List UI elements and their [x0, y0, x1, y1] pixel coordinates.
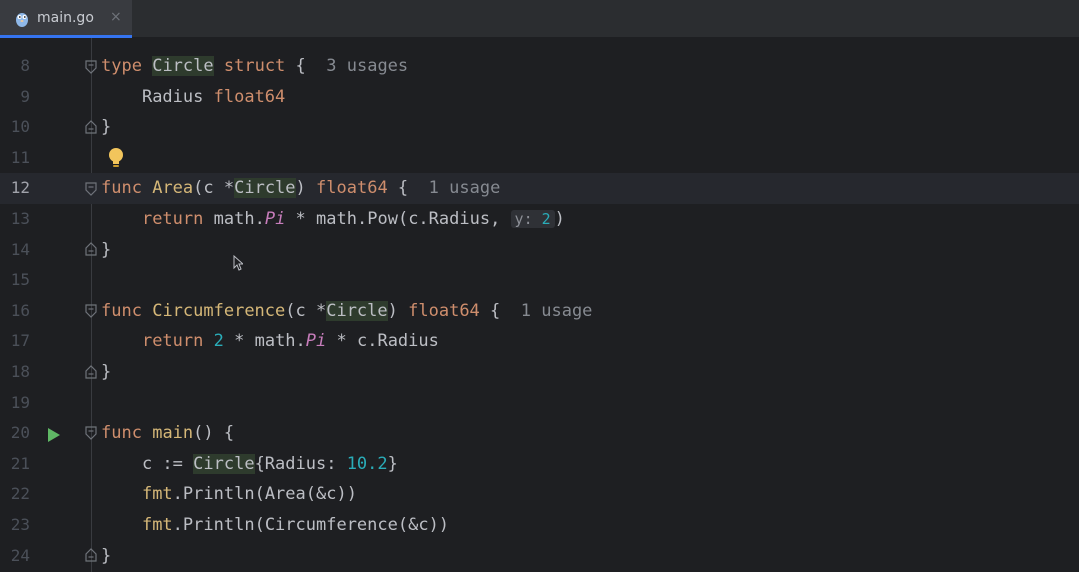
code-line[interactable]: 21 c := Circle{Radius: 10.2} [0, 449, 1079, 480]
line-number: 17 [10, 331, 30, 351]
code-line[interactable]: 13 return math.Pi * math.Pow(c.Radius, y… [0, 204, 1079, 235]
fold-icon[interactable] [85, 304, 97, 318]
line-number: 14 [10, 239, 30, 259]
line-number: 15 [10, 270, 30, 290]
code-line[interactable]: 22 fmt.Println(Area(&c)) [0, 479, 1079, 510]
code-line[interactable]: 18 } [0, 357, 1079, 388]
go-gopher-icon [16, 13, 28, 27]
code-line[interactable]: 23 fmt.Println(Circumference(&c)) [0, 510, 1079, 541]
line-number: 10 [10, 117, 30, 137]
line-number: 18 [10, 362, 30, 381]
code-line[interactable]: 10 } [0, 112, 1079, 143]
line-number: 9 [20, 86, 30, 106]
code-text: return math.Pi * math.Pow(c.Radius, y: 2… [141, 209, 565, 229]
parameter-hint: y: 2 [510, 210, 555, 228]
fold-icon[interactable] [85, 242, 97, 256]
fold-icon[interactable] [85, 548, 97, 562]
code-line[interactable]: 9 Radius float64 [0, 82, 1079, 113]
usages-hint[interactable]: 1 usage [429, 178, 501, 198]
usages-hint[interactable]: 1 usage [521, 301, 593, 321]
line-number: 12 [10, 178, 30, 198]
line-number: 11 [10, 147, 30, 167]
line-number: 16 [10, 300, 30, 320]
mouse-cursor-icon [233, 255, 243, 271]
run-icon[interactable] [48, 428, 60, 442]
fold-icon[interactable] [85, 120, 97, 134]
code-line[interactable]: 14 } [0, 235, 1079, 266]
code-text: func Circumference(c *Circle) float64 { … [101, 300, 593, 321]
line-number: 13 [10, 209, 30, 228]
usages-hint[interactable]: 3 usages [326, 56, 408, 76]
code-text: } [101, 362, 112, 382]
code-line[interactable]: 15 [0, 265, 1079, 296]
code-text: fmt.Println(Circumference(&c)) [141, 515, 450, 535]
line-number: 22 [10, 484, 30, 504]
code-text: Radius float64 [141, 86, 286, 107]
line-number: 23 [10, 515, 30, 534]
code-text: } [101, 117, 112, 138]
line-number: 19 [10, 392, 30, 412]
code-text: type Circle struct { 3 usages [101, 56, 409, 76]
fold-icon[interactable] [85, 182, 97, 196]
tab-label: main.go [37, 10, 94, 26]
editor-tab-bar: main.go × [0, 0, 1079, 38]
code-text: fmt.Println(Area(&c)) [141, 484, 357, 505]
code-text: func main() { [101, 423, 235, 444]
fold-icon[interactable] [85, 365, 97, 379]
code-line-current[interactable]: 12 func Area(c *Circle) float64 { 1 usag… [0, 173, 1079, 204]
code-text: } [101, 239, 112, 260]
tab-main-go[interactable]: main.go × [0, 0, 132, 38]
line-number: 8 [20, 56, 30, 75]
line-number: 21 [10, 453, 30, 473]
code-text: c := Circle{Radius: 10.2} [141, 453, 398, 474]
fold-icon[interactable] [85, 426, 97, 440]
line-number: 20 [10, 423, 30, 443]
code-line[interactable]: 8 type Circle struct { 3 usages [0, 51, 1079, 82]
code-line[interactable]: 16 func Circumference(c *Circle) float64… [0, 296, 1079, 327]
code-text: } [101, 545, 112, 566]
fold-icon[interactable] [85, 60, 97, 74]
code-line[interactable]: 20 func main() { [0, 418, 1079, 449]
code-text: func Area(c *Circle) float64 { 1 usage [101, 178, 501, 199]
struct-name: Circle [152, 56, 214, 76]
line-number: 24 [10, 545, 30, 565]
code-line[interactable]: 19 [0, 388, 1079, 419]
lightbulb-icon[interactable] [107, 147, 125, 169]
code-line[interactable]: 17 return 2 * math.Pi * c.Radius [0, 326, 1079, 357]
code-line[interactable]: 24 } [0, 541, 1079, 572]
code-line[interactable]: 11 [0, 143, 1079, 174]
close-icon[interactable]: × [110, 9, 122, 25]
code-text: return 2 * math.Pi * c.Radius [141, 331, 439, 352]
